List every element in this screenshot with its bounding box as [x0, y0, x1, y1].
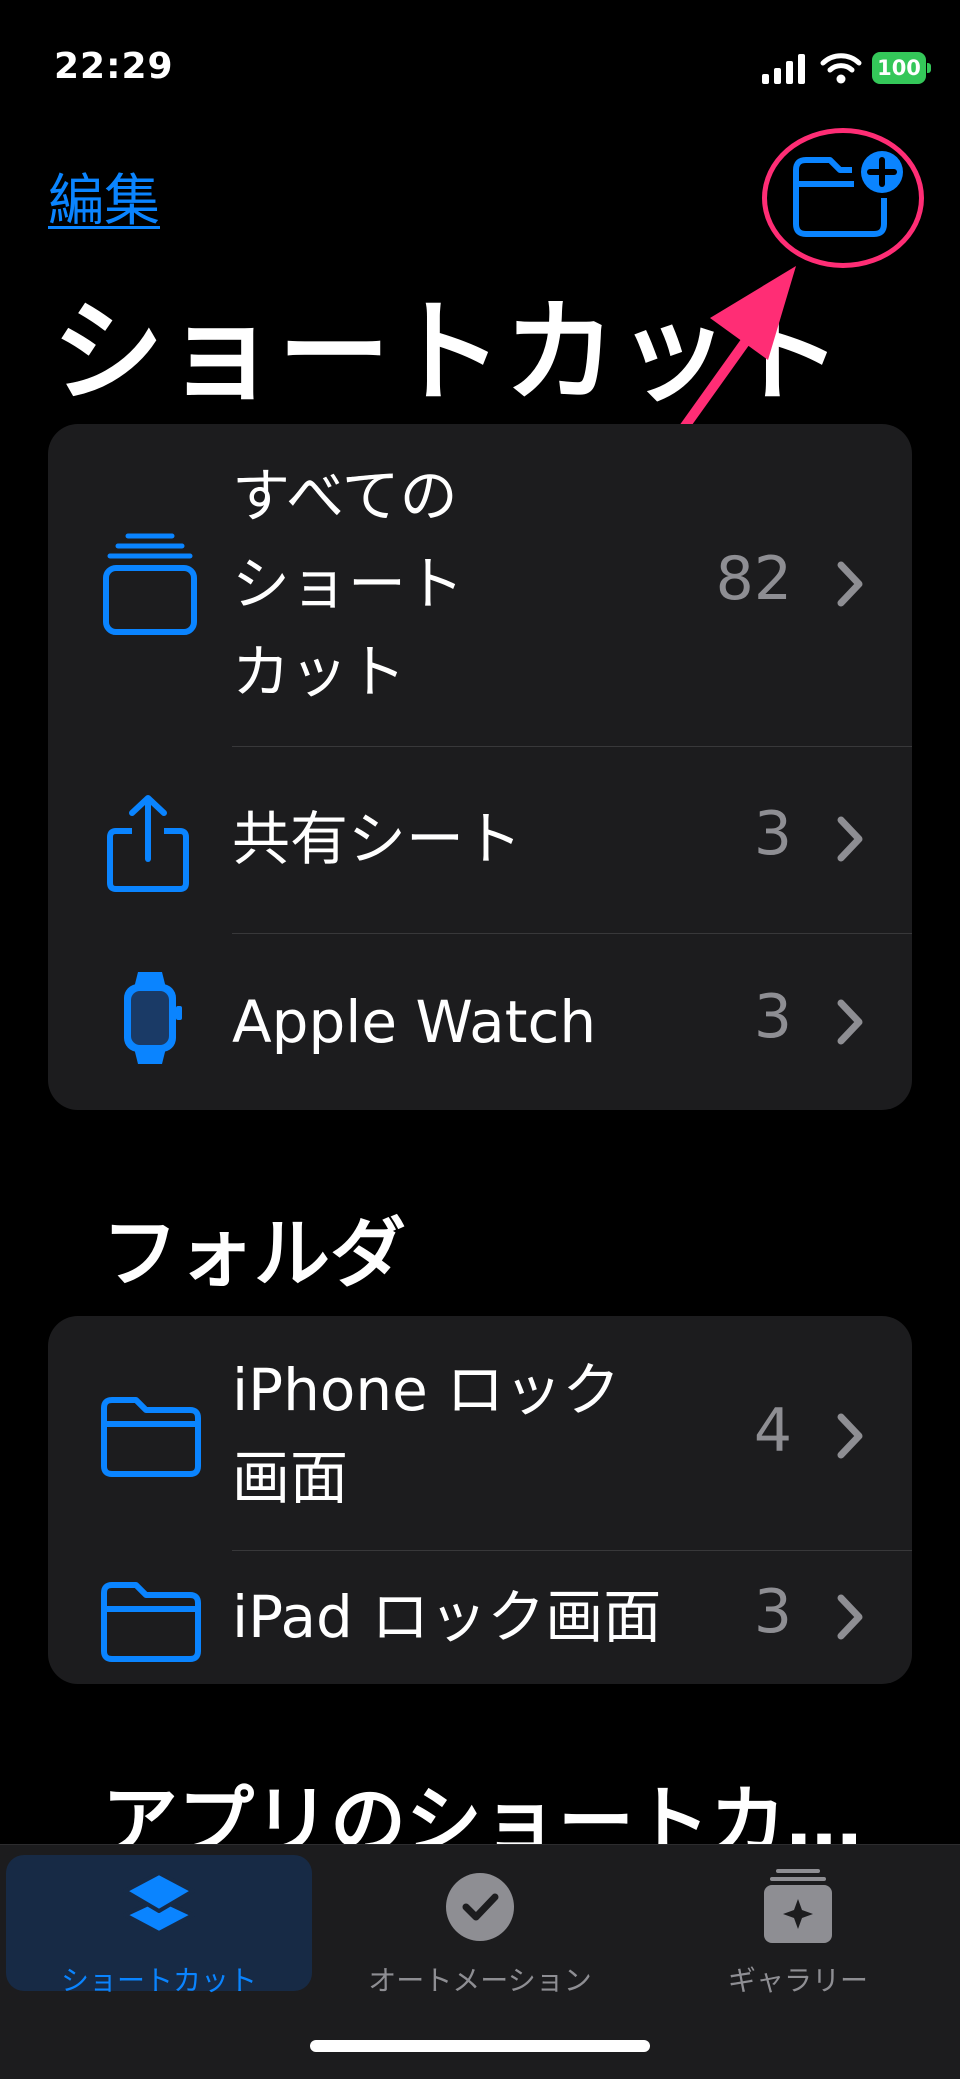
label-line: すべての [232, 462, 458, 530]
share-sheet-count: 3 [753, 799, 792, 869]
tab-shortcuts[interactable]: ショートカット [6, 1855, 312, 1997]
status-time: 22:29 [54, 46, 174, 87]
new-folder-icon[interactable] [788, 146, 908, 242]
label-line: iPhone ロック [232, 1356, 621, 1424]
folder-ipad-label: iPad ロック画面 [232, 1583, 662, 1651]
tab-shortcuts-label: ショートカット [60, 1964, 257, 1997]
chevron-right-icon [837, 1594, 863, 1640]
stack-icon [103, 533, 197, 635]
all-shortcuts-label: すべての ショート カット [232, 452, 464, 716]
tab-automation-label: オートメーション [368, 1964, 592, 1997]
chevron-right-icon [837, 561, 863, 607]
tab-automation[interactable]: オートメーション [327, 1855, 633, 1997]
home-indicator[interactable] [310, 2040, 650, 2052]
list-item-share-sheet[interactable]: 共有シート 3 [48, 747, 912, 933]
folder-icon [101, 1582, 201, 1662]
list-item-apple-watch[interactable]: Apple Watch 3 [48, 934, 912, 1110]
page-title: ショートカット [52, 288, 843, 418]
wifi-icon [820, 53, 862, 84]
apple-watch-icon [124, 972, 182, 1064]
list-item-folder-iphone-lock-screen[interactable]: iPhone ロック 画面 4 [48, 1316, 912, 1550]
share-sheet-label: 共有シート [232, 805, 523, 873]
share-icon [107, 795, 189, 892]
library-list: すべての ショート カット 82 共有シート 3 Apple Watch 3 [48, 424, 912, 1110]
battery-icon: 100 [872, 52, 931, 84]
chevron-right-icon [837, 816, 863, 862]
folders-list: iPhone ロック 画面 4 iPad ロック画面 3 [48, 1316, 912, 1684]
cellular-signal-icon [762, 54, 805, 84]
all-shortcuts-count: 82 [715, 544, 792, 614]
folders-section-header: フォルダ [102, 1209, 406, 1298]
folder-ipad-count: 3 [753, 1577, 792, 1647]
edit-button[interactable]: 編集 [48, 156, 160, 237]
list-item-all-shortcuts[interactable]: すべての ショート カット 82 [48, 424, 912, 746]
tab-gallery[interactable]: ギャラリー [645, 1855, 951, 1997]
battery-level: 100 [877, 56, 921, 80]
label-line: カット [232, 638, 407, 706]
folder-iphone-label: iPhone ロック 画面 [232, 1346, 620, 1522]
label-line: 画面 [232, 1444, 349, 1512]
label-line: ショート [232, 550, 465, 618]
tab-gallery-label: ギャラリー [727, 1964, 868, 1997]
list-item-folder-ipad-lock-screen[interactable]: iPad ロック画面 3 [48, 1551, 912, 1684]
battery-cap [927, 63, 931, 73]
gallery-icon [764, 1869, 832, 1943]
status-bar: 22:29 100 [0, 0, 960, 120]
layers-icon [123, 1871, 195, 1935]
folder-icon [101, 1397, 201, 1477]
chevron-right-icon [837, 999, 863, 1045]
clock-check-icon [446, 1873, 514, 1941]
folder-iphone-count: 4 [753, 1396, 792, 1466]
chevron-right-icon [837, 1413, 863, 1459]
apple-watch-label: Apple Watch [232, 988, 597, 1056]
apple-watch-count: 3 [753, 982, 792, 1052]
